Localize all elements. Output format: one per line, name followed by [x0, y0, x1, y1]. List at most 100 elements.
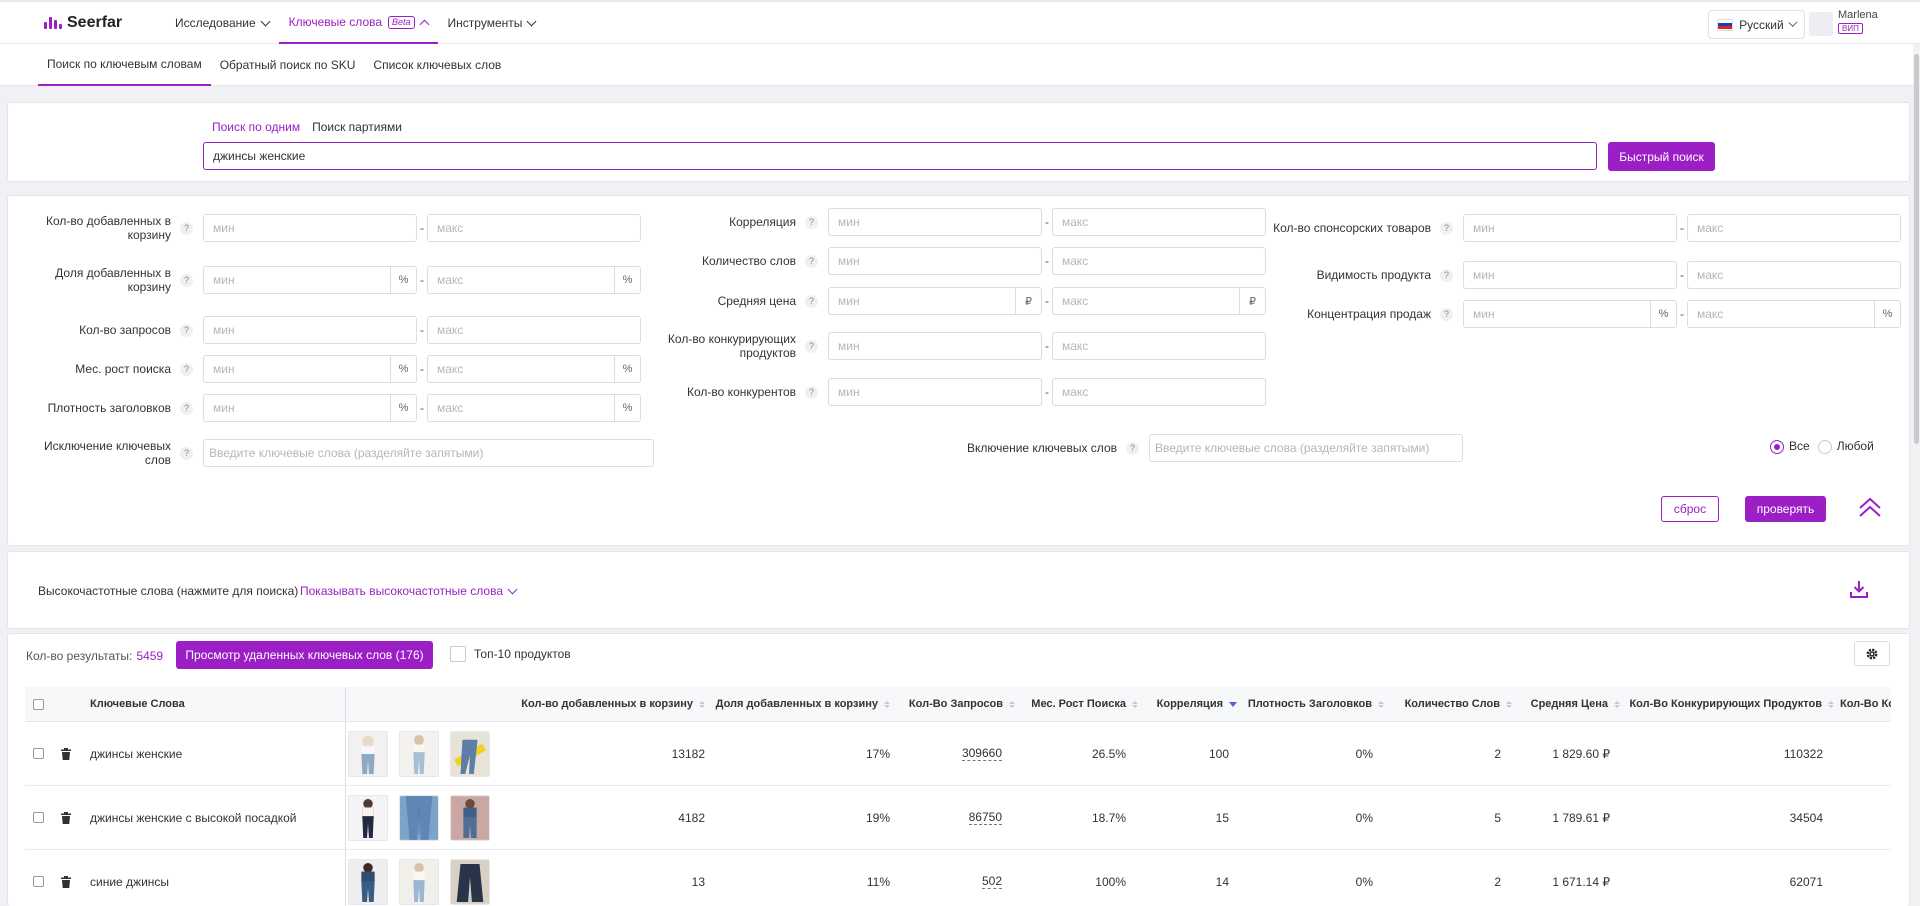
max-input[interactable]: макс%	[427, 394, 641, 422]
view-deleted-keywords-button[interactable]: Просмотр удаленных ключевых слов (176)	[176, 641, 433, 669]
keyword-cell[interactable]: джинсы женские	[90, 722, 182, 785]
logo[interactable]: Seerfar	[44, 14, 122, 32]
nav-item-tools[interactable]: Инструменты	[438, 2, 546, 44]
help-icon[interactable]: ?	[180, 401, 193, 415]
min-input[interactable]: мин%	[203, 355, 417, 383]
keyword-cell[interactable]: джинсы женские с высокой посадкой	[90, 786, 296, 849]
max-input[interactable]: макс	[1687, 261, 1901, 289]
max-input[interactable]: макс%	[427, 355, 641, 383]
col-cart-adds[interactable]: Кол-во добавленных в корзину	[505, 687, 705, 721]
tab-reverse-sku-search[interactable]: Обратный поиск по SKU	[211, 44, 365, 86]
include-keywords-input[interactable]: Введите ключевые слова (разделяйте запят…	[1149, 434, 1463, 462]
min-input[interactable]: мин	[828, 332, 1042, 360]
col-search-growth[interactable]: Мес. Рост Поиска	[1018, 687, 1138, 721]
tab-batch-search[interactable]: Поиск партиями	[312, 120, 402, 134]
product-thumbnail[interactable]	[399, 794, 439, 841]
row-checkbox[interactable]	[33, 850, 44, 906]
radio-any[interactable]: Любой	[1817, 439, 1874, 454]
nav-item-research[interactable]: Исследование	[165, 2, 279, 44]
max-input[interactable]: макс	[427, 214, 641, 242]
product-thumbnail[interactable]	[399, 858, 439, 905]
min-input[interactable]: мин	[828, 208, 1042, 236]
radio-all[interactable]: Все	[1770, 439, 1810, 454]
select-all-checkbox[interactable]	[33, 687, 44, 721]
keyword-cell[interactable]: синие джинсы	[90, 850, 169, 906]
max-input[interactable]: макс	[1052, 247, 1266, 275]
col-word-count[interactable]: Количество Слов	[1387, 687, 1512, 721]
min-input[interactable]: мин	[203, 214, 417, 242]
delete-icon[interactable]	[61, 722, 71, 785]
min-input[interactable]: мин	[828, 247, 1042, 275]
max-input[interactable]: макс%	[1687, 300, 1901, 328]
help-icon[interactable]: ?	[1440, 307, 1453, 321]
nav-item-keywords[interactable]: Ключевые слова Beta	[278, 2, 438, 44]
product-thumbnail[interactable]	[348, 794, 388, 841]
tab-keyword-list[interactable]: Список ключевых слов	[364, 44, 510, 86]
row-checkbox[interactable]	[33, 786, 44, 849]
min-input[interactable]: мин ₽	[828, 287, 1042, 315]
tab-single-search[interactable]: Поиск по одним	[212, 120, 300, 134]
help-icon[interactable]: ?	[805, 339, 818, 353]
col-queries[interactable]: Кол-Во Запросов	[893, 687, 1015, 721]
check-button[interactable]: проверять	[1745, 496, 1826, 522]
row-checkbox[interactable]	[33, 722, 44, 785]
help-icon[interactable]: ?	[180, 273, 193, 287]
queries-cell[interactable]: 502	[893, 850, 1002, 906]
min-input[interactable]: мин%	[1463, 300, 1677, 328]
min-input[interactable]: мин%	[203, 266, 417, 294]
col-correlation[interactable]: Корреляция	[1141, 687, 1237, 721]
help-icon[interactable]: ?	[180, 446, 193, 460]
top10-products-checkbox[interactable]: Топ-10 продуктов	[450, 646, 571, 662]
min-input[interactable]: мин	[828, 378, 1042, 406]
max-input[interactable]: макс	[1687, 214, 1901, 242]
language-select[interactable]: Русский	[1708, 10, 1805, 39]
product-thumbnail[interactable]	[348, 858, 388, 905]
tab-keyword-search[interactable]: Поиск по ключевым словам	[38, 44, 211, 86]
show-high-frequency-link[interactable]: Показывать высокочастотные слова	[300, 584, 518, 598]
exclude-keywords-input[interactable]: Введите ключевые слова (разделяйте запят…	[203, 439, 654, 467]
max-input[interactable]: макс	[427, 316, 641, 344]
help-icon[interactable]: ?	[1440, 221, 1453, 235]
queries-cell[interactable]: 309660	[893, 722, 1002, 785]
keyword-search-input[interactable]: джинсы женские	[203, 142, 1597, 170]
help-icon[interactable]: ?	[805, 385, 818, 399]
user-menu[interactable]: Marlena ВИП	[1838, 9, 1878, 34]
col-competitors[interactable]: Кол-Во Кон	[1840, 687, 1891, 721]
min-input[interactable]: мин	[1463, 214, 1677, 242]
col-competing-products[interactable]: Кол-Во Конкурирующих Продуктов	[1623, 687, 1834, 721]
max-input[interactable]: макс ₽	[1052, 287, 1266, 315]
help-icon[interactable]: ?	[805, 294, 818, 308]
max-input[interactable]: макс	[1052, 208, 1266, 236]
min-input[interactable]: мин	[203, 316, 417, 344]
col-cart-share[interactable]: Доля добавленных в корзину	[709, 687, 890, 721]
product-thumbnail[interactable]	[450, 794, 490, 841]
help-icon[interactable]: ?	[180, 362, 193, 376]
col-avg-price[interactable]: Средняя Цена	[1515, 687, 1620, 721]
max-input[interactable]: макс%	[427, 266, 641, 294]
min-input[interactable]: мин	[1463, 261, 1677, 289]
avatar[interactable]	[1809, 12, 1833, 36]
page-scrollbar[interactable]	[1913, 44, 1920, 906]
max-input[interactable]: макс	[1052, 332, 1266, 360]
reset-button[interactable]: сброс	[1661, 496, 1719, 522]
product-thumbnail[interactable]	[450, 858, 490, 905]
help-icon[interactable]: ?	[805, 215, 818, 229]
queries-cell[interactable]: 86750	[893, 786, 1002, 849]
help-icon[interactable]: ?	[1440, 268, 1453, 282]
download-icon[interactable]	[1848, 578, 1870, 600]
help-icon[interactable]: ?	[180, 221, 193, 235]
settings-button[interactable]	[1854, 641, 1890, 666]
col-keyword[interactable]: Ключевые Слова	[90, 687, 185, 721]
product-thumbnail[interactable]	[348, 730, 388, 777]
product-thumbnail[interactable]	[450, 730, 490, 777]
help-icon[interactable]: ?	[180, 323, 193, 337]
help-icon[interactable]: ?	[1126, 441, 1139, 455]
delete-icon[interactable]	[61, 850, 71, 906]
quick-search-button[interactable]: Быстрый поиск	[1608, 142, 1715, 171]
product-thumbnail[interactable]	[399, 730, 439, 777]
min-input[interactable]: мин%	[203, 394, 417, 422]
delete-icon[interactable]	[61, 786, 71, 849]
help-icon[interactable]: ?	[805, 254, 818, 268]
max-input[interactable]: макс	[1052, 378, 1266, 406]
col-title-density[interactable]: Плотность Заголовков	[1240, 687, 1384, 721]
